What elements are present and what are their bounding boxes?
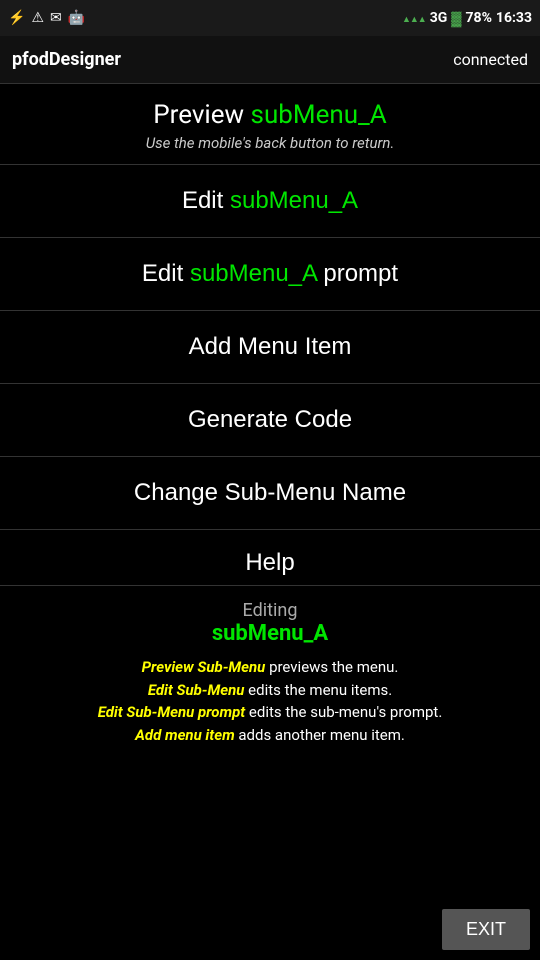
preview-menu-name: subMenu_A (251, 100, 387, 130)
edit-prompt-desc: edits the sub-menu's prompt. (245, 703, 442, 721)
preview-header: Preview subMenu_A Use the mobile's back … (0, 84, 540, 165)
edit-prompt-name: subMenu_A (190, 260, 317, 287)
network-type: 3G (430, 10, 448, 26)
preview-submenu-link: Preview Sub-Menu (142, 658, 266, 676)
add-item-link: Add menu item (135, 726, 235, 744)
generate-code-label: Generate Code (188, 406, 352, 433)
exit-area: EXIT (0, 903, 540, 960)
preview-submenu-desc: previews the menu. (265, 658, 398, 676)
edit-submenu-button[interactable]: Edit subMenu_A (0, 165, 540, 238)
time-display: 16:33 (496, 10, 532, 26)
exit-button[interactable]: EXIT (442, 909, 530, 950)
status-icons (8, 10, 85, 26)
editing-name: subMenu_A (16, 621, 524, 646)
preview-subtitle: Use the mobile's back button to return. (12, 134, 528, 152)
edit-submenu-label: Edit (182, 187, 230, 214)
edit-submenu-desc: edits the menu items. (244, 681, 392, 699)
battery-level: 78% (466, 10, 492, 26)
signal-icon (402, 10, 426, 26)
edit-prompt-button[interactable]: Edit subMenu_A prompt (0, 238, 540, 311)
status-right: 3G 78% 16:33 (402, 10, 532, 27)
add-menu-item-button[interactable]: Add Menu Item (0, 311, 540, 384)
change-name-button[interactable]: Change Sub-Menu Name (0, 457, 540, 530)
help-button[interactable]: Help (0, 530, 540, 586)
edit-prompt-link: Edit Sub-Menu prompt (98, 703, 246, 721)
connection-status: connected (453, 50, 528, 69)
status-bar: 3G 78% 16:33 (0, 0, 540, 36)
help-label: Help (245, 549, 294, 577)
email-icon (50, 10, 62, 26)
preview-label: Preview (153, 100, 250, 130)
change-name-label: Change Sub-Menu Name (134, 479, 406, 506)
help-text: Preview Sub-Menu previews the menu. Edit… (16, 656, 524, 746)
edit-prompt-label: Edit (142, 260, 190, 287)
edit-submenu-link: Edit Sub-Menu (148, 681, 245, 699)
battery-icon (451, 10, 461, 27)
generate-code-button[interactable]: Generate Code (0, 384, 540, 457)
help-area: Editing subMenu_A Preview Sub-Menu previ… (0, 586, 540, 903)
alert-icon (31, 10, 44, 26)
preview-title: Preview subMenu_A (12, 100, 528, 130)
app-bar: pfodDesigner connected (0, 36, 540, 84)
edit-prompt-suffix: prompt (317, 260, 398, 287)
app-title: pfodDesigner (12, 49, 121, 70)
add-item-desc: adds another menu item. (235, 726, 405, 744)
android-icon (68, 10, 85, 26)
edit-submenu-name: subMenu_A (230, 187, 358, 214)
add-menu-item-label: Add Menu Item (189, 333, 352, 360)
usb-icon (8, 10, 25, 26)
editing-label: Editing (16, 600, 524, 621)
